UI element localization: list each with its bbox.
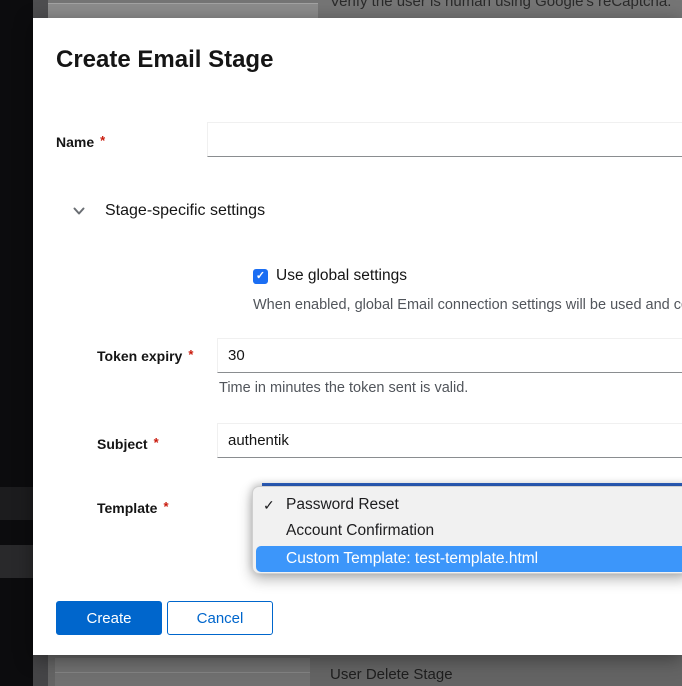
stage-settings-expander[interactable]: Stage-specific settings xyxy=(71,198,265,224)
cancel-button[interactable]: Cancel xyxy=(167,601,273,635)
background-table-panel xyxy=(48,3,318,18)
create-email-stage-modal: Create Email Stage Name * Stage-specific … xyxy=(33,18,682,655)
required-asterisk: * xyxy=(188,347,193,362)
app-sidebar xyxy=(0,0,33,686)
required-asterisk: * xyxy=(163,499,168,514)
check-icon: ✓ xyxy=(263,492,275,518)
background-table-cell xyxy=(33,655,48,686)
token-expiry-help: Time in minutes the token sent is valid. xyxy=(219,380,468,396)
required-asterisk: * xyxy=(154,435,159,450)
required-asterisk: * xyxy=(100,133,105,148)
name-label: Name * xyxy=(56,134,105,150)
dropdown-option-password-reset[interactable]: ✓ Password Reset xyxy=(253,492,682,518)
background-page-top: Verify the user is human using Google's … xyxy=(33,0,682,18)
template-dropdown-popup: ✓ Password Reset Account Confirmation Cu… xyxy=(252,486,682,574)
background-stage-name-text: User Delete Stage xyxy=(330,666,453,683)
use-global-settings-checkbox[interactable]: ✓ xyxy=(253,269,268,284)
check-icon: ✓ xyxy=(256,270,265,282)
option-label: Custom Template: test-template.html xyxy=(286,550,538,567)
background-table-panel xyxy=(55,658,310,686)
option-label: Account Confirmation xyxy=(286,522,434,539)
divider xyxy=(55,672,310,673)
modal-title: Create Email Stage xyxy=(56,46,273,74)
background-recaptcha-text: Verify the user is human using Google's … xyxy=(330,0,671,10)
template-label-text: Template xyxy=(97,500,157,516)
dropdown-option-custom-template[interactable]: Custom Template: test-template.html xyxy=(256,546,682,572)
option-label: Password Reset xyxy=(286,496,399,513)
token-expiry-label-text: Token expiry xyxy=(97,348,182,364)
background-page-bottom: User Delete Stage xyxy=(33,655,682,686)
subject-input[interactable] xyxy=(217,423,682,458)
expander-label: Stage-specific settings xyxy=(105,202,265,220)
sidebar-item-highlight xyxy=(0,487,33,520)
create-button[interactable]: Create xyxy=(56,601,162,635)
use-global-settings-label: Use global settings xyxy=(276,267,407,285)
template-label: Template * xyxy=(97,500,169,516)
sidebar-item-highlight-2 xyxy=(0,545,33,578)
subject-label: Subject * xyxy=(97,436,159,452)
name-label-text: Name xyxy=(56,134,94,150)
name-input[interactable] xyxy=(207,122,682,157)
chevron-down-icon xyxy=(71,203,87,219)
token-expiry-label: Token expiry * xyxy=(97,348,193,364)
background-table-cell xyxy=(33,0,48,18)
use-global-settings-help: When enabled, global Email connection se… xyxy=(253,297,682,313)
use-global-settings-row: ✓ Use global settings xyxy=(253,267,407,285)
token-expiry-input[interactable] xyxy=(217,338,682,373)
dropdown-option-account-confirmation[interactable]: Account Confirmation xyxy=(253,518,682,544)
subject-label-text: Subject xyxy=(97,436,148,452)
